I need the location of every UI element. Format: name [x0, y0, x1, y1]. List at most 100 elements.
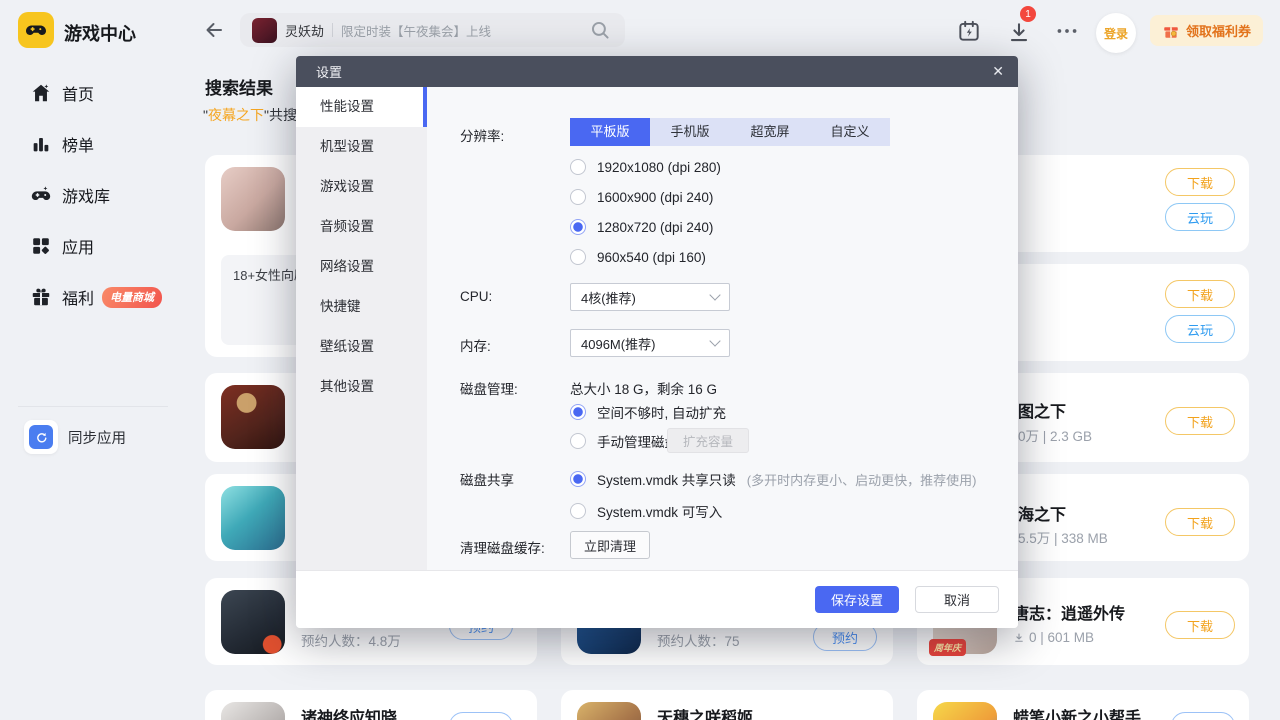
game-card[interactable]: 蜡笔小新之小帮手... [917, 690, 1249, 720]
sidebar-item-game-library[interactable]: 游戏库 [0, 177, 185, 213]
download-button[interactable]: 下载 [1165, 611, 1235, 639]
resolution-option-960[interactable]: 960x540 (dpi 160) [570, 249, 706, 265]
tab-performance[interactable]: 性能设置 [296, 87, 427, 127]
tab-device-model[interactable]: 机型设置 [296, 127, 427, 167]
game-title: 诸神终应知晓 [301, 704, 397, 720]
radio-icon-selected[interactable] [570, 471, 586, 487]
chevron-down-icon [709, 289, 720, 300]
download-button-label: 下载 [1187, 173, 1213, 192]
resolution-option-label: 1280x720 (dpi 240) [597, 220, 713, 235]
expand-capacity-button[interactable]: 扩充容量 [667, 428, 749, 453]
memory-select-value: 4096M(推荐) [581, 334, 655, 353]
resolution-option-1920[interactable]: 1920x1080 (dpi 280) [570, 159, 721, 175]
radio-icon[interactable] [570, 249, 586, 265]
sync-apps-item[interactable]: 同步应用 [0, 414, 185, 460]
cpu-select[interactable]: 4核(推荐) [570, 283, 730, 311]
download-button[interactable]: 下载 [1165, 508, 1235, 536]
sync-icon [29, 425, 53, 449]
settings-content: 分辨率: 平板版 手机版 超宽屏 自定义 1920x1080 (dpi 280)… [427, 87, 1018, 570]
resolution-label: 分辨率: [460, 125, 504, 145]
cancel-button[interactable]: 取消 [915, 586, 999, 613]
search-bar[interactable]: 灵妖劫 限定时装【午夜集会】上线 [240, 13, 625, 47]
disk-share-label: 磁盘共享 [460, 469, 514, 489]
home-icon [30, 82, 52, 104]
resolution-option-label: 1600x900 (dpi 240) [597, 190, 713, 205]
mode-phone[interactable]: 手机版 [650, 118, 730, 146]
download-button[interactable]: 下载 [1165, 168, 1235, 196]
search-icon [587, 17, 613, 43]
radio-icon-selected[interactable] [570, 404, 586, 420]
game-title: 图之下 [1018, 398, 1066, 422]
radio-icon[interactable] [570, 159, 586, 175]
settings-dialog: 设置 ✕ 性能设置 机型设置 游戏设置 音频设置 网络设置 快捷键 壁纸设置 其… [296, 56, 1018, 628]
mode-custom[interactable]: 自定义 [810, 118, 890, 146]
sidebar-label-rankings: 榜单 [62, 132, 94, 156]
reserve-button[interactable]: 预约 [449, 712, 513, 720]
game-avatar [221, 590, 285, 654]
game-meta: 0万 | 2.3 GB [1018, 425, 1092, 445]
gamepad-icon [24, 18, 48, 42]
reserve-button[interactable] [1171, 712, 1235, 720]
cloud-play-button[interactable]: 云玩 [1165, 315, 1235, 343]
dialog-title: 设置 [316, 62, 342, 81]
disk-auto-expand-option[interactable]: 空间不够时, 自动扩充 [570, 402, 726, 422]
tab-other[interactable]: 其他设置 [296, 367, 427, 407]
share-writable-option[interactable]: System.vmdk 可写入 [570, 501, 722, 521]
radio-icon[interactable] [570, 503, 586, 519]
sidebar-item-apps[interactable]: 应用 [0, 228, 185, 264]
tab-wallpaper[interactable]: 壁纸设置 [296, 327, 427, 367]
search-summary-rest: "共搜 [264, 107, 297, 123]
mode-ultrawide[interactable]: 超宽屏 [730, 118, 810, 146]
disk-management-label: 磁盘管理: [460, 378, 518, 398]
back-button[interactable] [202, 18, 226, 42]
tab-network[interactable]: 网络设置 [296, 247, 427, 287]
reserve-count: 预约人数：4.8万 [301, 630, 401, 650]
gift-coupon-icon [1162, 22, 1180, 40]
game-avatar [221, 702, 285, 720]
game-title: 唐志：逍遥外传 [1013, 600, 1125, 624]
rankings-chart-icon [30, 133, 52, 155]
share-writable-label: System.vmdk 可写入 [597, 501, 722, 521]
resolution-option-label: 960x540 (dpi 160) [597, 250, 706, 265]
game-title: 蜡笔小新之小帮手... [1013, 704, 1154, 720]
cloud-play-button[interactable]: 云玩 [1165, 203, 1235, 231]
back-arrow-icon [202, 18, 226, 42]
radio-icon-selected[interactable] [570, 219, 586, 235]
resolution-option-1600[interactable]: 1600x900 (dpi 240) [570, 189, 713, 205]
sidebar-label-home: 首页 [62, 81, 94, 105]
radio-icon[interactable] [570, 433, 586, 449]
close-icon[interactable]: ✕ [992, 56, 1004, 87]
radio-icon[interactable] [570, 189, 586, 205]
tab-game[interactable]: 游戏设置 [296, 167, 427, 207]
sidebar-item-home[interactable]: 首页 [0, 75, 185, 111]
claim-coupon-button[interactable]: 领取福利券 [1150, 15, 1263, 46]
more-menu-icon[interactable] [1054, 18, 1080, 44]
tab-audio[interactable]: 音频设置 [296, 207, 427, 247]
sidebar-item-welfare[interactable]: 福利 电量商城 [0, 279, 185, 315]
share-readonly-label: System.vmdk 共享只读 [597, 469, 736, 489]
sidebar-label-apps: 应用 [62, 234, 94, 258]
share-readonly-option[interactable]: System.vmdk 共享只读 (多开时内存更小、启动更快，推荐使用) [570, 469, 976, 489]
sidebar-item-rankings[interactable]: 榜单 [0, 126, 185, 162]
game-card[interactable]: 天穗之咲稻姬 [561, 690, 893, 720]
game-card[interactable]: 诸神终应知晓 预约 [205, 690, 537, 720]
page-title: 搜索结果 [205, 74, 273, 99]
game-library-icon [30, 184, 52, 206]
game-avatar [221, 486, 285, 550]
save-settings-button[interactable]: 保存设置 [815, 586, 899, 613]
game-avatar [933, 702, 997, 720]
login-button[interactable]: 登录 [1096, 13, 1136, 53]
memory-select[interactable]: 4096M(推荐) [570, 329, 730, 357]
events-calendar-icon[interactable] [956, 18, 982, 44]
resolution-option-1280[interactable]: 1280x720 (dpi 240) [570, 219, 713, 235]
sync-app-tile [24, 420, 58, 454]
resolution-mode-tabs: 平板版 手机版 超宽屏 自定义 [570, 118, 890, 146]
download-button[interactable]: 下载 [1165, 280, 1235, 308]
game-center-window: 游戏中心 灵妖劫 限定时装【午夜集会】上线 1 登录 [0, 0, 1280, 720]
gift-icon [30, 286, 52, 308]
mode-tablet[interactable]: 平板版 [570, 118, 650, 146]
download-button[interactable]: 下载 [1165, 407, 1235, 435]
tab-hotkeys[interactable]: 快捷键 [296, 287, 427, 327]
clean-now-button[interactable]: 立即清理 [570, 531, 650, 559]
download-manager-icon[interactable] [1006, 20, 1032, 46]
